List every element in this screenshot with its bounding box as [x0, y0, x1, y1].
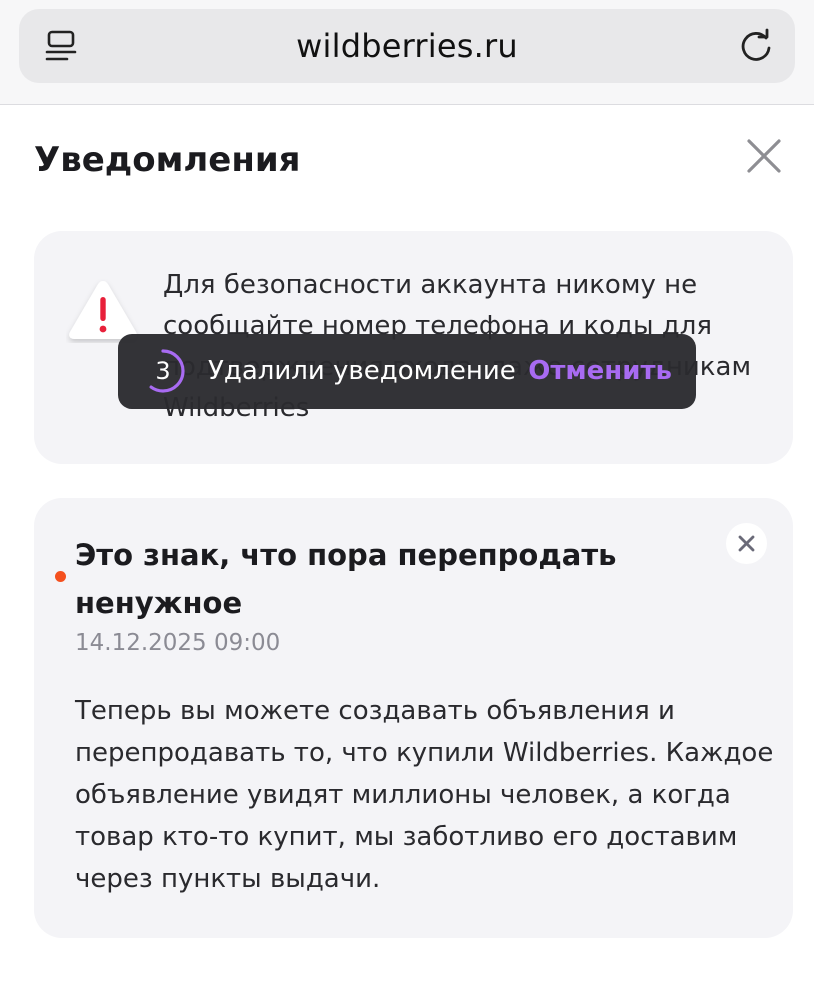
notification-body: Теперь вы можете создавать объявления и … — [75, 696, 774, 894]
close-icon[interactable] — [744, 136, 784, 176]
dismiss-notification-button[interactable] — [726, 523, 767, 564]
notification-card[interactable]: Это знак, что пора перепродать ненужное … — [34, 498, 793, 938]
address-bar[interactable]: wildberries.ru — [19, 9, 795, 83]
url-text[interactable]: wildberries.ru — [19, 9, 795, 83]
warning-triangle-icon — [66, 277, 140, 343]
reload-icon[interactable] — [737, 28, 775, 66]
undo-toast: 3 Удалили уведомление Отменить — [118, 334, 696, 409]
notification-title: Это знак, что пора перепродать ненужное — [75, 538, 617, 620]
browser-toolbar: wildberries.ru — [0, 0, 814, 105]
notification-date: 14.12.2025 09:00 — [75, 630, 281, 656]
undo-button[interactable]: Отменить — [528, 334, 672, 409]
unread-indicator — [55, 571, 66, 582]
countdown-number: 3 — [155, 357, 171, 385]
page-title: Уведомления — [34, 140, 301, 180]
toast-message: Удалили уведомление — [208, 356, 516, 386]
close-icon — [738, 535, 755, 552]
